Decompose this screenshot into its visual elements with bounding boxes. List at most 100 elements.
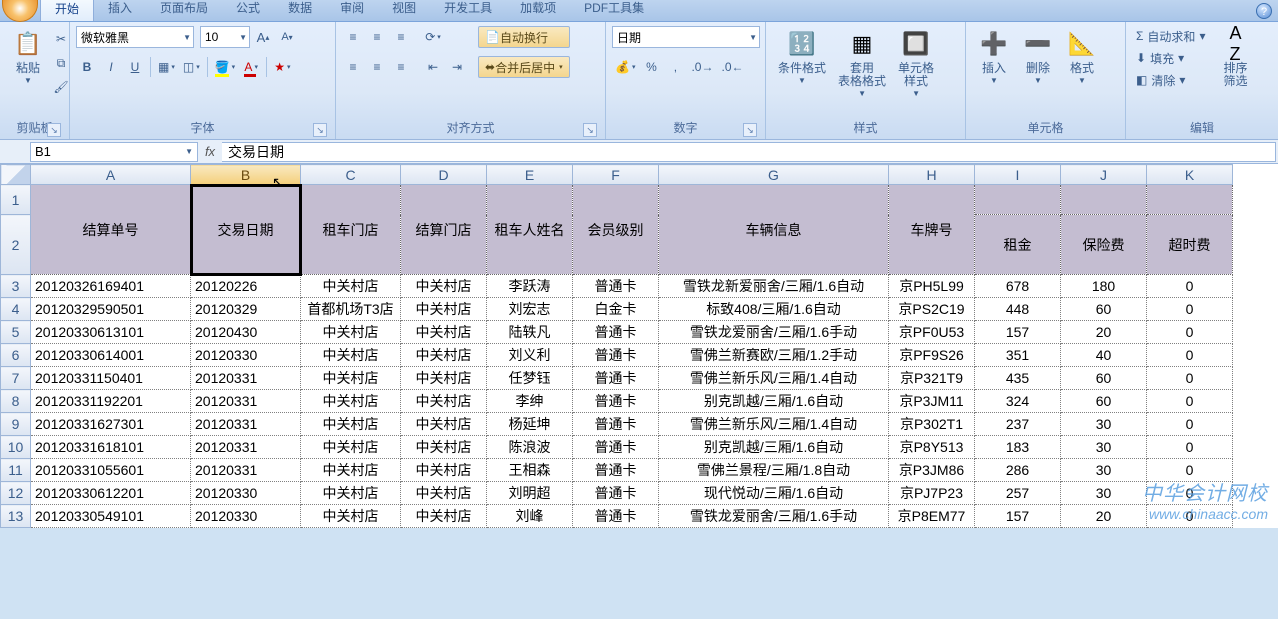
- data-cell[interactable]: 20120326169401: [31, 275, 191, 298]
- data-cell[interactable]: 0: [1147, 344, 1233, 367]
- data-cell[interactable]: 刘峰: [487, 505, 573, 528]
- format-cells-button[interactable]: 📐 格式 ▼: [1060, 26, 1104, 87]
- data-cell[interactable]: 20120331: [191, 390, 301, 413]
- data-cell[interactable]: 20120330613101: [31, 321, 191, 344]
- column-header-F[interactable]: F: [573, 165, 659, 185]
- data-cell[interactable]: 王相森: [487, 459, 573, 482]
- align-left-button[interactable]: ≡: [342, 56, 364, 78]
- data-cell[interactable]: 中关村店: [401, 505, 487, 528]
- tab-开始[interactable]: 开始: [40, 0, 94, 21]
- data-cell[interactable]: 20120331192201: [31, 390, 191, 413]
- data-cell[interactable]: 京P8Y513: [889, 436, 975, 459]
- data-cell[interactable]: 普通卡: [573, 482, 659, 505]
- header-cell[interactable]: 保险费: [1061, 215, 1147, 275]
- decrease-decimal-button[interactable]: .0←: [718, 56, 746, 78]
- decrease-indent-button[interactable]: ⇤: [422, 56, 444, 78]
- column-header-C[interactable]: C: [301, 165, 401, 185]
- column-header-H[interactable]: H: [889, 165, 975, 185]
- underline-button[interactable]: U: [124, 56, 146, 78]
- help-button[interactable]: ?: [1256, 3, 1272, 19]
- font-launcher[interactable]: ↘: [313, 123, 327, 137]
- row-header[interactable]: 6: [1, 344, 31, 367]
- shrink-font-button[interactable]: A▾: [276, 26, 298, 48]
- header-cell[interactable]: 结算门店: [401, 185, 487, 275]
- data-cell[interactable]: 448: [975, 298, 1061, 321]
- column-header-D[interactable]: D: [401, 165, 487, 185]
- data-cell[interactable]: 普通卡: [573, 459, 659, 482]
- row-header[interactable]: 4: [1, 298, 31, 321]
- formula-input[interactable]: 交易日期: [222, 142, 1276, 162]
- data-cell[interactable]: 中关村店: [301, 413, 401, 436]
- data-cell[interactable]: 京PF0U53: [889, 321, 975, 344]
- office-button[interactable]: [2, 0, 38, 22]
- grow-font-button[interactable]: A▴: [252, 26, 274, 48]
- data-cell[interactable]: 中关村店: [401, 275, 487, 298]
- data-cell[interactable]: 20120331627301: [31, 413, 191, 436]
- row-header[interactable]: 13: [1, 505, 31, 528]
- sort-filter-button[interactable]: AZ 排序 筛选: [1213, 26, 1257, 90]
- data-cell[interactable]: 中关村店: [301, 275, 401, 298]
- font-color-button[interactable]: A▾: [240, 56, 262, 78]
- data-cell[interactable]: 普通卡: [573, 367, 659, 390]
- data-cell[interactable]: 雪铁龙新爱丽舍/三厢/1.6自动: [659, 275, 889, 298]
- tab-插入[interactable]: 插入: [94, 0, 146, 21]
- data-cell[interactable]: 0: [1147, 390, 1233, 413]
- tab-审阅[interactable]: 审阅: [326, 0, 378, 21]
- column-header-E[interactable]: E: [487, 165, 573, 185]
- data-cell[interactable]: 京P321T9: [889, 367, 975, 390]
- data-cell[interactable]: 60: [1061, 298, 1147, 321]
- data-cell[interactable]: 京P3JM11: [889, 390, 975, 413]
- tab-数据[interactable]: 数据: [274, 0, 326, 21]
- paste-button[interactable]: 📋 粘贴 ▼: [6, 26, 50, 87]
- header-cell[interactable]: 租车人姓名: [487, 185, 573, 275]
- format-painter-button[interactable]: 🖌: [50, 76, 72, 98]
- italic-button[interactable]: I: [100, 56, 122, 78]
- number-launcher[interactable]: ↘: [743, 123, 757, 137]
- data-cell[interactable]: 中关村店: [301, 321, 401, 344]
- column-header-A[interactable]: A: [31, 165, 191, 185]
- data-cell[interactable]: 0: [1147, 413, 1233, 436]
- conditional-format-button[interactable]: 🔢 条件格式 ▼: [772, 26, 832, 87]
- data-cell[interactable]: 普通卡: [573, 505, 659, 528]
- tab-视图[interactable]: 视图: [378, 0, 430, 21]
- data-cell[interactable]: 20120329: [191, 298, 301, 321]
- data-cell[interactable]: 普通卡: [573, 436, 659, 459]
- data-cell[interactable]: 351: [975, 344, 1061, 367]
- data-cell[interactable]: 现代悦动/三厢/1.6自动: [659, 482, 889, 505]
- data-cell[interactable]: 雪佛兰新赛欧/三厢/1.2手动: [659, 344, 889, 367]
- data-cell[interactable]: 中关村店: [401, 413, 487, 436]
- tab-PDF工具集[interactable]: PDF工具集: [570, 0, 658, 21]
- cut-button[interactable]: ✂: [50, 28, 72, 50]
- data-cell[interactable]: 20: [1061, 505, 1147, 528]
- data-cell[interactable]: 20120331: [191, 413, 301, 436]
- data-cell[interactable]: 678: [975, 275, 1061, 298]
- data-cell[interactable]: 20120331055601: [31, 459, 191, 482]
- data-cell[interactable]: 京PS2C19: [889, 298, 975, 321]
- data-cell[interactable]: 183: [975, 436, 1061, 459]
- font-size-combo[interactable]: ▼: [200, 26, 250, 48]
- data-cell[interactable]: 20120331: [191, 459, 301, 482]
- header-cell[interactable]: 超时费: [1147, 215, 1233, 275]
- data-cell[interactable]: 157: [975, 505, 1061, 528]
- clear-button[interactable]: ◧清除 ▾: [1132, 70, 1209, 90]
- data-cell[interactable]: 京PH5L99: [889, 275, 975, 298]
- data-cell[interactable]: 中关村店: [401, 367, 487, 390]
- data-cell[interactable]: 陆轶凡: [487, 321, 573, 344]
- data-cell[interactable]: 180: [1061, 275, 1147, 298]
- row-header[interactable]: 5: [1, 321, 31, 344]
- data-cell[interactable]: 286: [975, 459, 1061, 482]
- data-cell[interactable]: 中关村店: [401, 321, 487, 344]
- wrap-text-button[interactable]: 📄 自动换行: [478, 26, 570, 48]
- data-cell[interactable]: 中关村店: [301, 505, 401, 528]
- delete-cells-button[interactable]: ➖ 删除 ▼: [1016, 26, 1060, 87]
- data-cell[interactable]: 别克凯越/三厢/1.6自动: [659, 390, 889, 413]
- comma-button[interactable]: ,: [664, 56, 686, 78]
- align-right-button[interactable]: ≡: [390, 56, 412, 78]
- data-cell[interactable]: 陈浪波: [487, 436, 573, 459]
- align-bottom-button[interactable]: ≡: [390, 26, 412, 48]
- number-format-combo[interactable]: ▼: [612, 26, 760, 48]
- row-header[interactable]: 9: [1, 413, 31, 436]
- header-cell[interactable]: 交易日期: [191, 185, 301, 275]
- name-box[interactable]: ▼: [30, 142, 198, 162]
- bold-button[interactable]: B: [76, 56, 98, 78]
